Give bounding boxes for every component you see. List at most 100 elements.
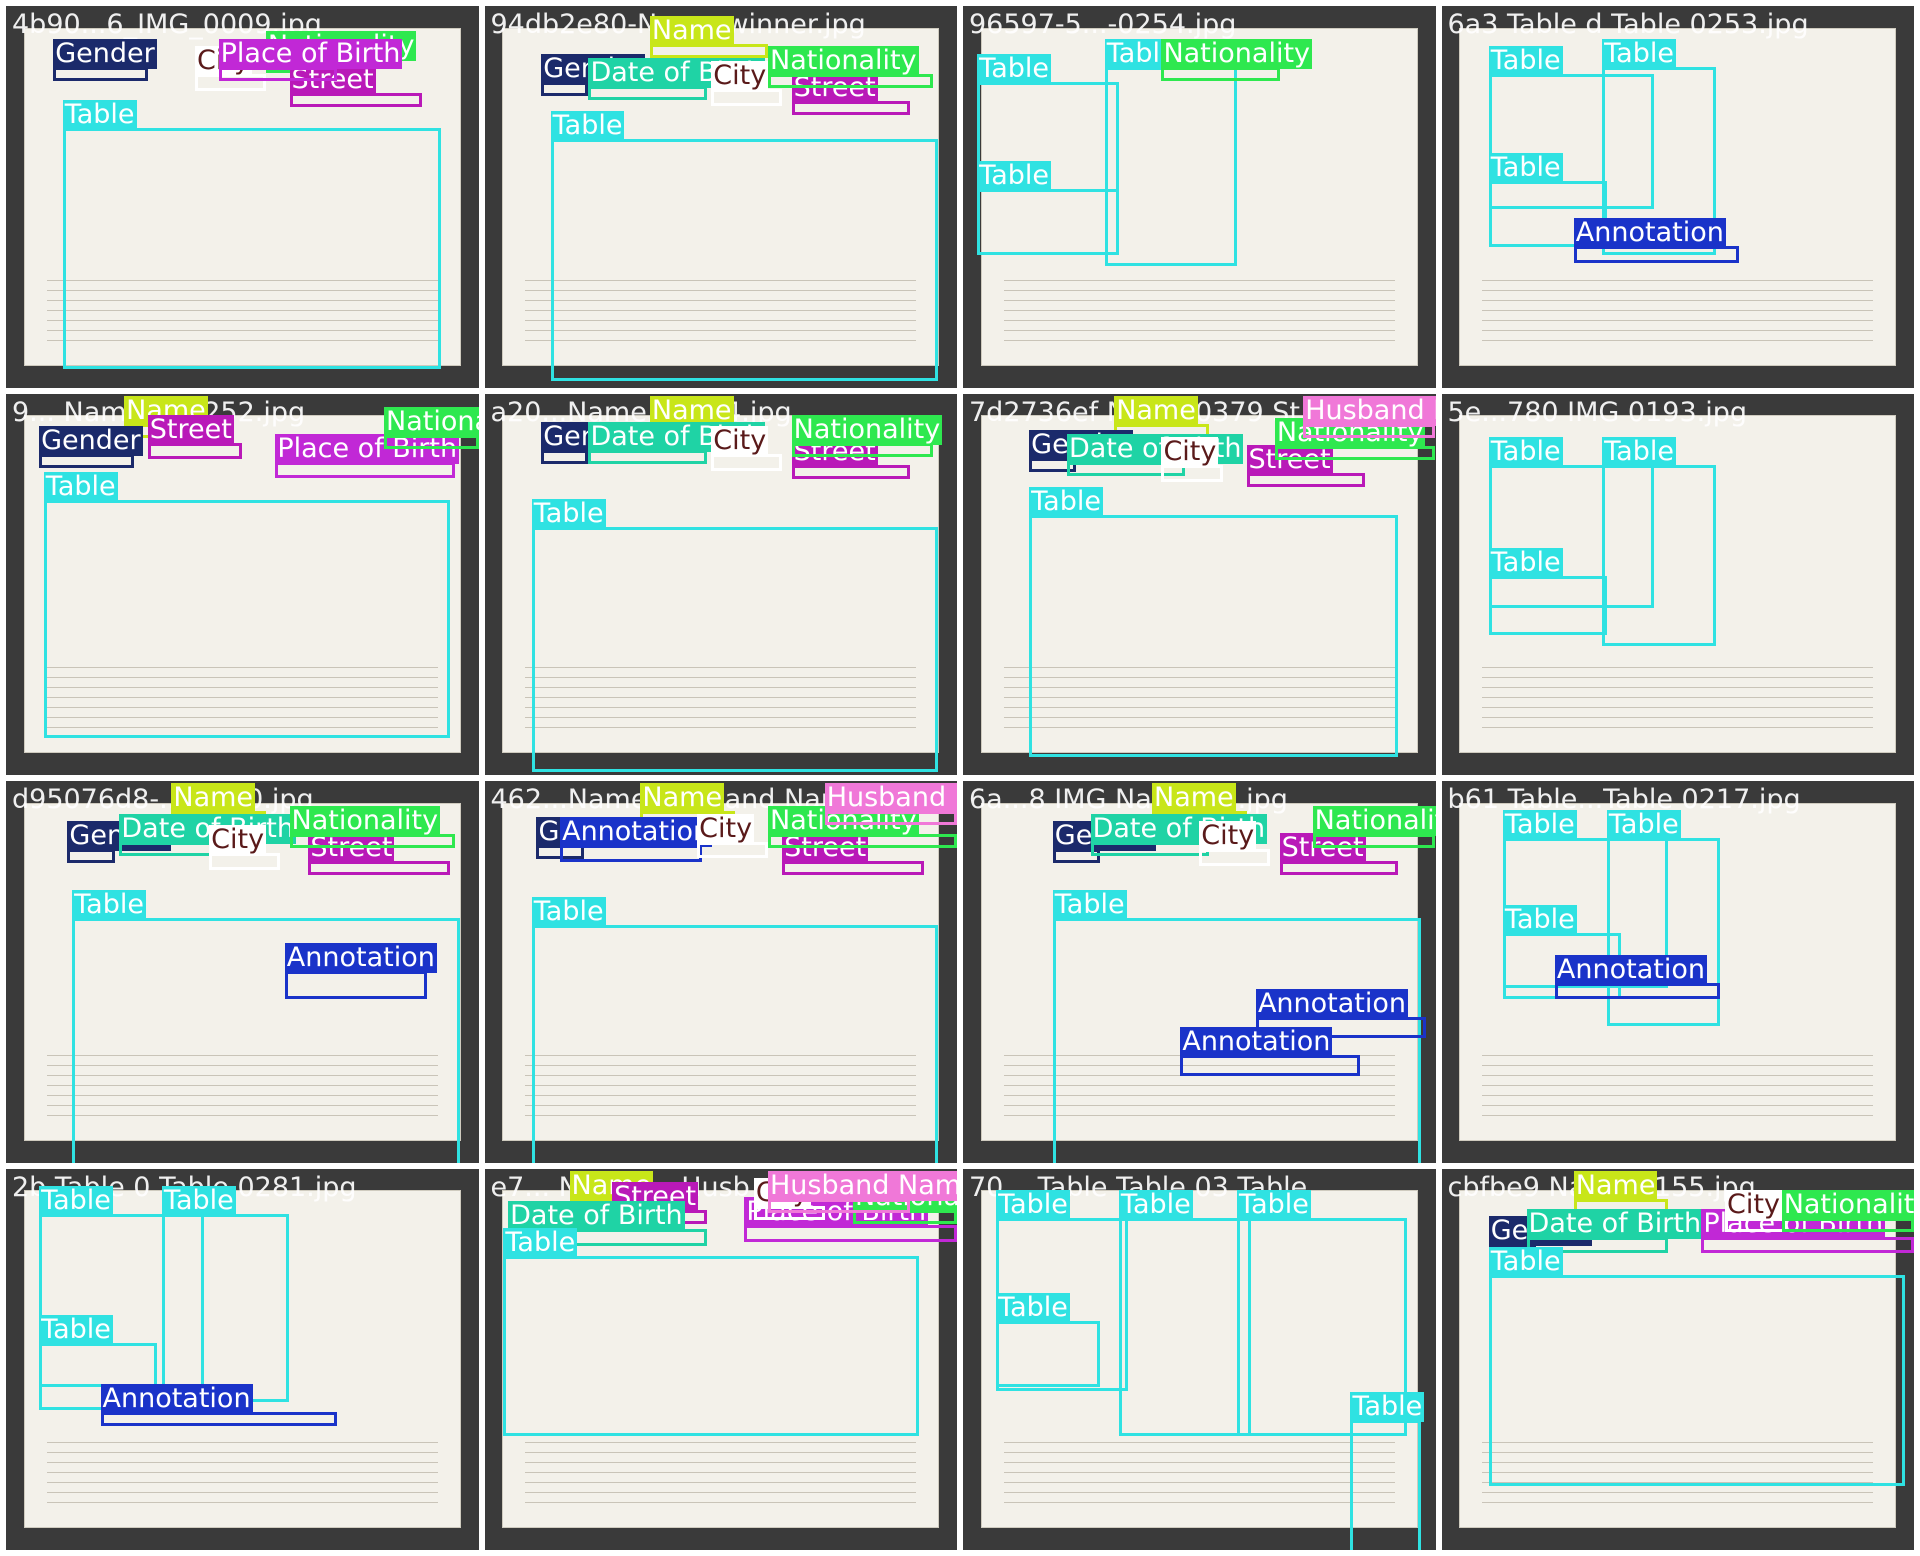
image-tile: 4b90...6_IMG_0009.jpgGenderNationalityCi… bbox=[6, 6, 479, 388]
bbox-label: Table bbox=[977, 52, 1051, 84]
bbox-label: Table bbox=[531, 896, 606, 928]
bbox-label: City bbox=[697, 812, 755, 844]
bbox-label: City bbox=[1199, 820, 1257, 852]
bbox-table bbox=[1029, 515, 1398, 757]
ruled-lines bbox=[46, 1433, 438, 1507]
bbox-label: Nationality bbox=[791, 413, 943, 445]
bbox-label: Annotation bbox=[284, 942, 437, 974]
bbox-label: Table bbox=[1502, 904, 1577, 936]
bbox-label: Date of Birth bbox=[119, 812, 296, 844]
bbox-annotation bbox=[1554, 982, 1721, 1000]
bbox-table bbox=[1350, 1419, 1422, 1550]
bbox-nationality bbox=[289, 833, 455, 848]
bbox-label: Table bbox=[62, 98, 137, 130]
bbox-table bbox=[550, 139, 939, 381]
image-tile: 462...Name Husband Name...NameGenderAnno… bbox=[484, 781, 957, 1163]
ruled-lines bbox=[1482, 270, 1874, 345]
bbox-label: Table bbox=[1237, 1188, 1311, 1220]
ruled-lines bbox=[525, 1433, 917, 1507]
bbox-table bbox=[43, 499, 451, 738]
bbox-label: Husband Name bbox=[768, 1170, 957, 1201]
bbox-street bbox=[147, 442, 243, 460]
image-tile: 96597-5...-0254.jpg Table Table Table Nation… bbox=[963, 6, 1436, 388]
bbox-label: Table bbox=[39, 1314, 113, 1346]
bbox-label: Name bbox=[640, 782, 725, 813]
bbox-label: Table bbox=[1350, 1390, 1425, 1422]
bbox-table bbox=[531, 925, 939, 1163]
image-tile: 70... Table Table 03 Table Table Table Tabl… bbox=[963, 1168, 1436, 1550]
bbox-label: City bbox=[711, 425, 769, 457]
bbox-label: Street bbox=[147, 413, 234, 445]
bbox-label: Table bbox=[1488, 547, 1563, 579]
image-tile: e7... Name ... HusbNameStreetDate of Bir… bbox=[484, 1168, 957, 1550]
bbox-annotation bbox=[560, 845, 702, 863]
bbox-label: Table bbox=[1602, 436, 1676, 468]
bbox-label: Annotation bbox=[1554, 953, 1707, 985]
bbox-label: Name bbox=[1573, 1169, 1658, 1201]
bbox-table bbox=[1602, 465, 1716, 647]
bbox-place-of-birth bbox=[744, 1225, 957, 1242]
bbox-label: Table bbox=[1602, 37, 1676, 69]
bbox-city bbox=[1199, 849, 1271, 866]
bbox-street bbox=[791, 465, 910, 480]
bbox-gender bbox=[67, 849, 115, 864]
bbox-name bbox=[649, 43, 768, 58]
bbox-street bbox=[289, 93, 422, 108]
bbox-annotation bbox=[1573, 245, 1740, 263]
bbox-city bbox=[1725, 1217, 1787, 1232]
bbox-city bbox=[697, 841, 768, 859]
bbox-gender bbox=[53, 66, 148, 81]
bbox-street bbox=[1246, 473, 1365, 488]
bbox-label: Table bbox=[43, 470, 118, 502]
image-tile: 6a3 Table d Table 0253.jpg Table Table Tabl… bbox=[1441, 6, 1914, 388]
image-tile: d95076d8-...-0270.jpgNameGenderDate of B… bbox=[6, 781, 479, 1163]
bbox-nationality bbox=[384, 434, 479, 449]
bbox-label: Nationality bbox=[384, 406, 479, 437]
bbox-label: Name bbox=[171, 782, 256, 813]
bbox-table bbox=[503, 1255, 920, 1437]
bbox-label: Table bbox=[1052, 888, 1127, 920]
bbox-city bbox=[711, 89, 783, 107]
image-tile: 6a...8 IMG Name 67.jpgNameGenderDate of … bbox=[963, 781, 1436, 1163]
bbox-annotation bbox=[100, 1412, 337, 1427]
bbox-label: Gender bbox=[53, 37, 157, 69]
tile-filename: d95076d8-...-0270.jpg bbox=[12, 784, 314, 815]
bbox-label: Nationality bbox=[1312, 805, 1436, 836]
bbox-label: Table bbox=[1488, 1245, 1563, 1277]
tile-filename: 5e...780 IMG 0193.jpg bbox=[1447, 396, 1748, 428]
bbox-street bbox=[791, 100, 910, 115]
bbox-label: Table bbox=[977, 159, 1051, 191]
bbox-table bbox=[1104, 66, 1238, 267]
bbox-place-of-birth bbox=[275, 461, 455, 479]
bbox-label: Annotation bbox=[100, 1383, 253, 1415]
bbox-label: Table bbox=[1029, 486, 1103, 518]
bbox-gender bbox=[541, 81, 589, 96]
bbox-date-of-birth bbox=[1090, 841, 1209, 856]
bbox-label: Annotation bbox=[1180, 1026, 1333, 1058]
image-tile: 5e...780 IMG 0193.jpg Table Table Table bbox=[1441, 393, 1914, 775]
bbox-label: Husband Name bbox=[824, 783, 957, 813]
image-tile: 94db2e80-Name-winner.jpgNameGenderDate o… bbox=[484, 6, 957, 388]
bbox-label: Table bbox=[1118, 1188, 1193, 1220]
bbox-annotation bbox=[284, 971, 427, 1000]
bbox-label: City bbox=[1725, 1188, 1782, 1220]
bbox-label: Annotation bbox=[560, 816, 713, 848]
bbox-label: Name bbox=[1152, 782, 1236, 813]
bbox-label: Table bbox=[503, 1226, 578, 1258]
bbox-label: Table bbox=[531, 497, 606, 529]
bbox-label: Table bbox=[39, 1184, 113, 1216]
bbox-annotation bbox=[1180, 1055, 1360, 1076]
bbox-label: Table bbox=[161, 1184, 236, 1216]
bbox-gender bbox=[39, 454, 134, 469]
bbox-date-of-birth bbox=[588, 450, 707, 465]
bbox-husband-name bbox=[768, 1198, 910, 1213]
ruled-lines bbox=[1003, 1433, 1395, 1507]
bbox-table bbox=[1488, 576, 1607, 635]
image-tile: cbfbe9 Name 0155.jpgNameGenderDate of Bi… bbox=[1441, 1168, 1914, 1550]
bbox-nationality bbox=[1161, 66, 1280, 81]
bbox-husband-name bbox=[1303, 423, 1436, 438]
image-tile: 2b Table 0 Table 0281.jpgTableTableTable… bbox=[6, 1168, 479, 1550]
bbox-label: Table bbox=[1488, 436, 1563, 468]
tile-filename: 6a3 Table d Table 0253.jpg bbox=[1447, 9, 1809, 40]
bbox-place-of-birth bbox=[218, 66, 337, 81]
